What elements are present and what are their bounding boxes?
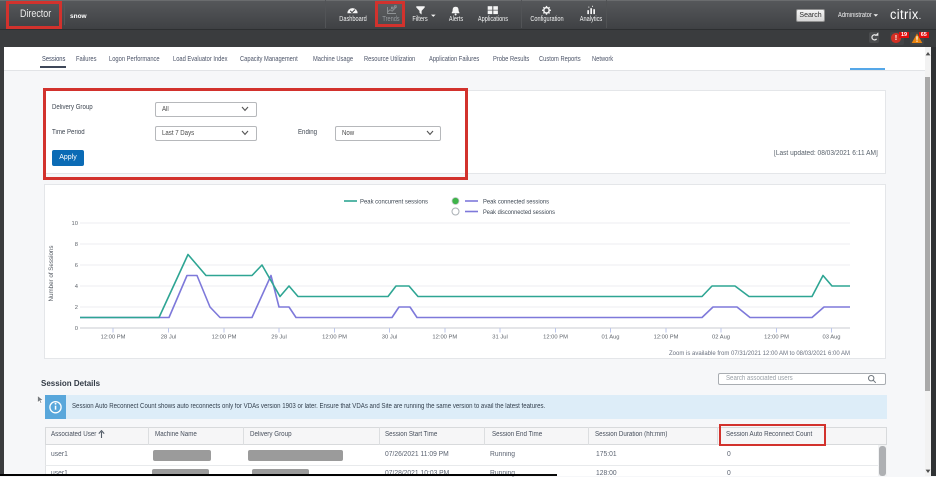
- svg-text:2: 2: [75, 305, 78, 311]
- svg-text:29 Jul: 29 Jul: [271, 335, 286, 341]
- svg-text:30 Jul: 30 Jul: [382, 335, 397, 341]
- svg-text:01 Aug: 01 Aug: [601, 335, 619, 341]
- svg-text:8: 8: [75, 242, 78, 248]
- svg-text:03 Aug: 03 Aug: [822, 335, 840, 341]
- svg-text:12:00 PM: 12:00 PM: [322, 335, 347, 341]
- svg-text:12:00 PM: 12:00 PM: [212, 335, 237, 341]
- svg-text:Zoom is available from 07/31/2: Zoom is available from 07/31/2021 12:00 …: [669, 351, 850, 357]
- svg-text:28 Jul: 28 Jul: [161, 335, 176, 341]
- svg-text:12:00 PM: 12:00 PM: [654, 335, 679, 341]
- svg-text:12:00 PM: 12:00 PM: [764, 335, 789, 341]
- svg-text:12:00 PM: 12:00 PM: [101, 335, 126, 341]
- svg-text:Peak connected sessions: Peak connected sessions: [483, 198, 550, 205]
- svg-text:12:00 PM: 12:00 PM: [432, 335, 457, 341]
- svg-text:4: 4: [75, 284, 79, 290]
- svg-text:Peak concurrent sessions: Peak concurrent sessions: [360, 198, 429, 205]
- svg-text:6: 6: [75, 263, 78, 269]
- svg-text:Peak disconnected sessions: Peak disconnected sessions: [483, 209, 556, 216]
- svg-text:0: 0: [75, 326, 78, 332]
- svg-text:10: 10: [72, 221, 78, 227]
- svg-text:02 Aug: 02 Aug: [712, 335, 730, 341]
- svg-text:12:00 PM: 12:00 PM: [543, 335, 568, 341]
- svg-text:Number of Sessions: Number of Sessions: [49, 246, 55, 302]
- svg-text:31 Jul: 31 Jul: [492, 335, 507, 341]
